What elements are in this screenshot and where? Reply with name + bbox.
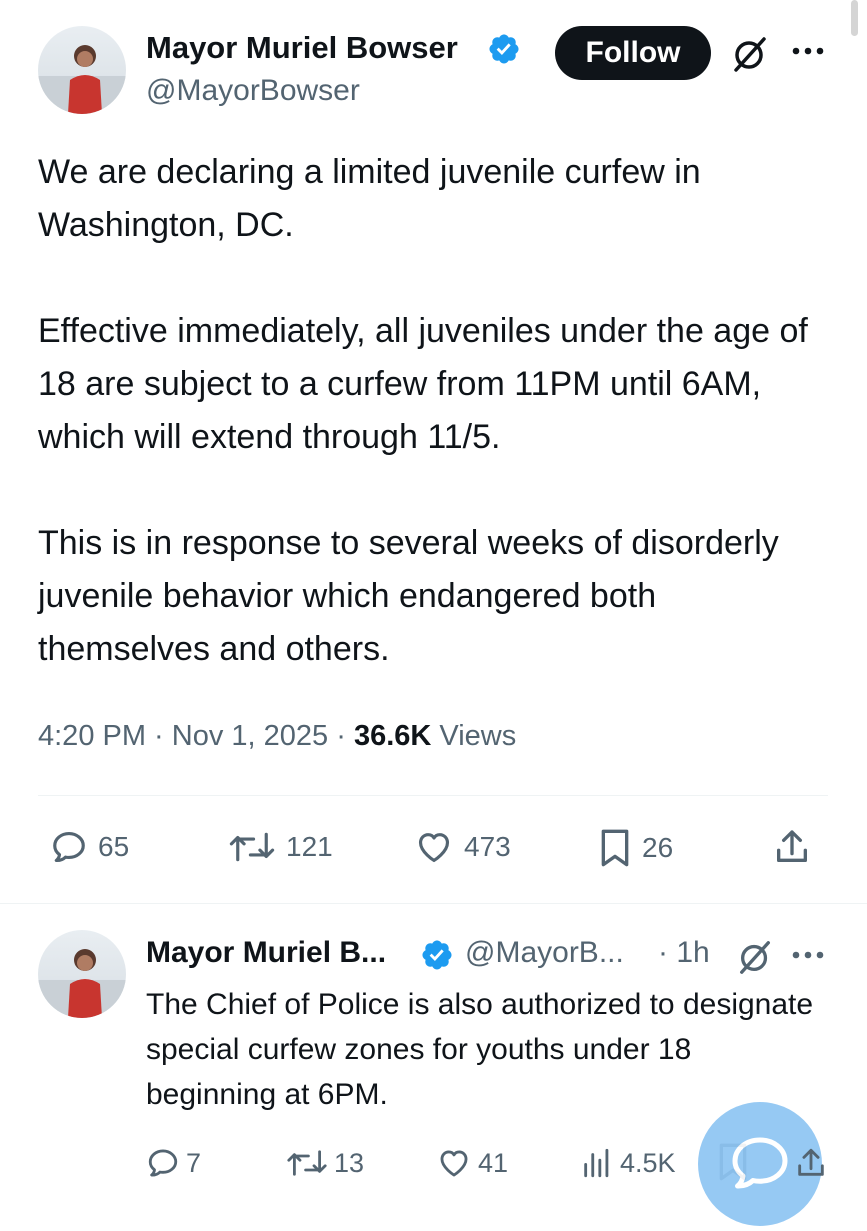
views-label: Views bbox=[431, 720, 517, 752]
reply-text: The Chief of Police is also authorized t… bbox=[146, 988, 814, 1111]
tweet-paragraph: We are declaring a limited juvenile curf… bbox=[38, 153, 701, 244]
more-options-icon[interactable] bbox=[790, 44, 826, 58]
grok-icon[interactable] bbox=[736, 938, 774, 976]
views-count: 36.6K bbox=[353, 720, 432, 752]
divider bbox=[0, 903, 867, 904]
divider bbox=[38, 795, 828, 796]
bookmark-button[interactable]: 26 bbox=[598, 828, 673, 868]
repost-button[interactable]: 13 bbox=[286, 1146, 364, 1180]
verified-badge-icon bbox=[420, 938, 454, 972]
share-icon[interactable] bbox=[794, 1144, 828, 1182]
like-count: 473 bbox=[464, 831, 511, 862]
analytics-icon bbox=[584, 1148, 609, 1178]
more-options-icon[interactable] bbox=[790, 948, 826, 962]
tweet-paragraph: This is in response to several weeks of … bbox=[38, 524, 779, 668]
repost-count: 13 bbox=[334, 1147, 365, 1178]
like-button[interactable]: 41 bbox=[436, 1146, 508, 1180]
repost-icon bbox=[287, 1150, 327, 1176]
views-button[interactable]: 4.5K bbox=[580, 1146, 676, 1180]
tweet-metadata: 4:20 PM · Nov 1, 2025 · 36.6K Views bbox=[38, 720, 516, 753]
tweet-paragraph: Effective immediately, all juveniles und… bbox=[38, 312, 808, 456]
like-button[interactable]: 473 bbox=[414, 828, 511, 866]
heart-icon bbox=[418, 833, 450, 863]
repost-button[interactable]: 121 bbox=[228, 828, 333, 866]
share-icon bbox=[777, 830, 807, 862]
verified-badge-icon bbox=[487, 32, 521, 66]
reply-icon bbox=[148, 1149, 178, 1177]
views-count: 4.5K bbox=[620, 1147, 676, 1178]
repost-icon bbox=[229, 832, 275, 862]
share-button[interactable] bbox=[772, 826, 812, 868]
follow-button[interactable]: Follow bbox=[555, 26, 711, 80]
reply-author-avatar[interactable] bbox=[38, 930, 126, 1018]
repost-count: 121 bbox=[286, 831, 333, 862]
grok-icon[interactable] bbox=[730, 34, 770, 74]
reply-count: 7 bbox=[186, 1147, 202, 1178]
bookmark-count: 26 bbox=[642, 832, 674, 863]
reply-author-handle[interactable]: @MayorB... bbox=[465, 936, 624, 970]
scrollbar[interactable] bbox=[851, 0, 858, 36]
author-avatar[interactable] bbox=[38, 26, 126, 114]
bookmark-icon bbox=[601, 829, 629, 867]
tweet-timestamp[interactable]: 4:20 PM · Nov 1, 2025 · bbox=[38, 720, 354, 752]
reply-author-name[interactable]: Mayor Muriel B... bbox=[146, 936, 386, 970]
reply-button[interactable]: 65 bbox=[50, 828, 129, 866]
reply-icon bbox=[53, 831, 85, 863]
reply-count: 65 bbox=[98, 831, 130, 862]
reply-time[interactable]: · 1h bbox=[658, 936, 710, 970]
author-handle[interactable]: @MayorBowser bbox=[146, 74, 360, 108]
heart-icon bbox=[440, 1150, 468, 1177]
tweet-text: We are declaring a limited juvenile curf… bbox=[38, 146, 818, 676]
reply-button[interactable]: 7 bbox=[146, 1146, 201, 1180]
author-name[interactable]: Mayor Muriel Bowser bbox=[146, 30, 458, 66]
like-count: 41 bbox=[478, 1147, 509, 1178]
